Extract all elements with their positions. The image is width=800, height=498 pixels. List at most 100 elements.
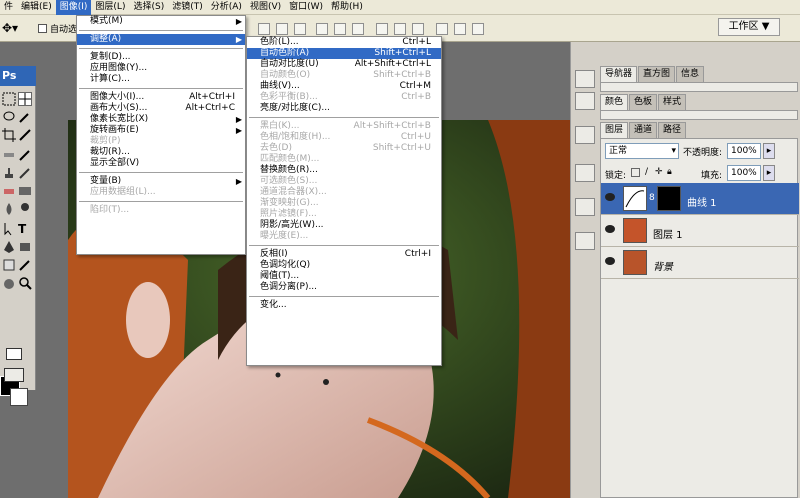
workspace-button[interactable]: 工作区 ▼ — [718, 18, 780, 36]
align-hcenter-icon[interactable] — [334, 23, 346, 35]
menu-view[interactable]: 视图(V) — [246, 0, 285, 15]
menu-item[interactable]: 旋转画布(E) ▶ — [77, 125, 245, 136]
gradient-tool-icon[interactable] — [18, 184, 32, 198]
menu-item[interactable]: 应用图像(Y)... — [77, 63, 245, 74]
menu-item[interactable]: 变量(B) ▶ — [77, 176, 245, 187]
menu-item[interactable]: 自动对比度(U) Alt+Shift+Ctrl+L — [247, 59, 441, 70]
menu-item[interactable]: 显示全部(V) — [77, 158, 245, 169]
menu-filter[interactable]: 滤镜(T) — [168, 0, 207, 15]
lock-all-icon[interactable]: 🔒︎ — [667, 167, 672, 177]
distribute-left-icon[interactable] — [436, 23, 448, 35]
menu-edit[interactable]: 编辑(E) — [17, 0, 56, 15]
tab-layers[interactable]: 图层 — [600, 122, 629, 138]
marquee-tool-icon[interactable] — [2, 92, 16, 106]
menu-item[interactable]: 调整(A) ▶ — [77, 34, 245, 45]
tool-presets-icon[interactable] — [575, 126, 595, 144]
move-tool-icon[interactable]: ✥▾ — [2, 21, 18, 35]
menu-item[interactable]: 裁切(R)... — [77, 147, 245, 158]
slice-tool-icon[interactable] — [18, 128, 32, 142]
blend-mode-select[interactable]: 正常 ▾ — [605, 143, 679, 159]
menu-item[interactable]: 像素长宽比(X) ▶ — [77, 114, 245, 125]
character-panel-icon[interactable] — [575, 232, 595, 250]
eye-icon[interactable] — [605, 225, 615, 233]
menu-help[interactable]: 帮助(H) — [327, 0, 367, 15]
distribute-vcenter-icon[interactable] — [394, 23, 406, 35]
eraser-tool-icon[interactable] — [2, 184, 16, 198]
eye-icon[interactable] — [605, 193, 615, 201]
menu-item[interactable]: 色调分离(P)... — [247, 282, 441, 293]
align-left-icon[interactable] — [316, 23, 328, 35]
align-bottom-icon[interactable] — [294, 23, 306, 35]
clone-source-icon[interactable] — [575, 164, 595, 182]
pen-tool-icon[interactable] — [2, 240, 16, 254]
eye-icon[interactable] — [605, 257, 615, 265]
menu-item[interactable]: 变化... — [247, 300, 441, 311]
menu-item[interactable]: 计算(C)... — [77, 74, 245, 85]
menu-item[interactable]: 色阶(L)... Ctrl+L — [247, 37, 441, 48]
brush-panel-icon[interactable] — [575, 70, 595, 88]
paragraph-panel-icon[interactable] — [575, 198, 595, 216]
distribute-right-icon[interactable] — [472, 23, 484, 35]
menu-analysis[interactable]: 分析(A) — [207, 0, 246, 15]
move-tool-icon[interactable] — [18, 92, 32, 106]
menu-item[interactable]: 曲线(V)... Ctrl+M — [247, 81, 441, 92]
history-brush-icon[interactable] — [18, 166, 32, 180]
menu-item[interactable]: 复制(D)... — [77, 52, 245, 63]
align-right-icon[interactable] — [352, 23, 364, 35]
screen-mode-icon[interactable] — [4, 368, 24, 382]
menu-item[interactable]: 自动色阶(A) Shift+Ctrl+L — [247, 48, 441, 59]
brush-tool-icon[interactable] — [18, 148, 32, 162]
crop-tool-icon[interactable] — [2, 128, 16, 142]
menu-item[interactable]: 画布大小(S)... Alt+Ctrl+C — [77, 103, 245, 114]
opacity-arrow-icon[interactable]: ▸ — [763, 143, 775, 159]
layer-row-background[interactable]: 背景 — [601, 247, 799, 279]
magic-wand-icon[interactable] — [18, 110, 32, 124]
menu-file[interactable]: 件 — [0, 0, 17, 15]
menu-image[interactable]: 图像(I) — [55, 0, 92, 15]
tab-navigator[interactable]: 导航器 — [600, 66, 638, 82]
healing-brush-icon[interactable] — [2, 148, 16, 162]
layer-row-layer1[interactable]: 图层 1 — [601, 215, 799, 247]
menu-item[interactable]: 色调均化(Q) — [247, 260, 441, 271]
blur-tool-icon[interactable] — [2, 202, 16, 216]
path-selection-icon[interactable] — [2, 222, 16, 236]
layer-row-curves[interactable]: 8 曲线 1 — [601, 183, 799, 215]
clone-stamp-icon[interactable] — [2, 166, 16, 180]
menu-item[interactable]: 阈值(T)... — [247, 271, 441, 282]
opacity-input[interactable]: 100% — [727, 143, 761, 159]
menu-item[interactable]: 亮度/对比度(C)... — [247, 103, 441, 114]
tab-channels[interactable]: 通道 — [629, 122, 658, 138]
menu-item[interactable]: 替换颜色(R)... — [247, 165, 441, 176]
menu-item[interactable]: 模式(M) ▶ — [77, 16, 245, 27]
distribute-hcenter-icon[interactable] — [454, 23, 466, 35]
eyedropper-icon[interactable] — [18, 258, 32, 272]
tab-swatches[interactable]: 色板 — [629, 94, 658, 110]
lock-pixels-icon[interactable]: ∕ — [645, 167, 648, 177]
dodge-tool-icon[interactable] — [18, 202, 32, 216]
tab-styles[interactable]: 样式 — [658, 94, 687, 110]
fill-input[interactable]: 100% — [727, 165, 761, 181]
align-vcenter-icon[interactable] — [276, 23, 288, 35]
distribute-bottom-icon[interactable] — [412, 23, 424, 35]
notes-tool-icon[interactable] — [2, 258, 16, 272]
menu-item[interactable]: 阴影/高光(W)... — [247, 220, 441, 231]
lock-transparent-icon[interactable] — [631, 168, 640, 177]
auto-select-checkbox[interactable] — [38, 24, 47, 33]
menu-item[interactable]: 反相(I) Ctrl+I — [247, 249, 441, 260]
fill-arrow-icon[interactable]: ▸ — [763, 165, 775, 181]
lasso-tool-icon[interactable] — [2, 110, 16, 124]
shape-tool-icon[interactable] — [18, 240, 32, 254]
align-top-icon[interactable] — [258, 23, 270, 35]
menu-window[interactable]: 窗口(W) — [285, 0, 327, 15]
distribute-top-icon[interactable] — [376, 23, 388, 35]
actions-panel-icon[interactable] — [575, 92, 595, 110]
quick-mask-icon[interactable] — [6, 348, 22, 360]
tab-info[interactable]: 信息 — [676, 66, 705, 82]
menu-layer[interactable]: 图层(L) — [91, 0, 129, 15]
menu-item[interactable]: 图像大小(I)... Alt+Ctrl+I — [77, 92, 245, 103]
zoom-tool-icon[interactable] — [18, 276, 32, 290]
tab-histogram[interactable]: 直方图 — [638, 66, 676, 82]
type-tool-icon[interactable]: T — [18, 222, 32, 236]
tab-color[interactable]: 颜色 — [600, 94, 629, 110]
lock-position-icon[interactable]: ✛ — [655, 167, 663, 177]
